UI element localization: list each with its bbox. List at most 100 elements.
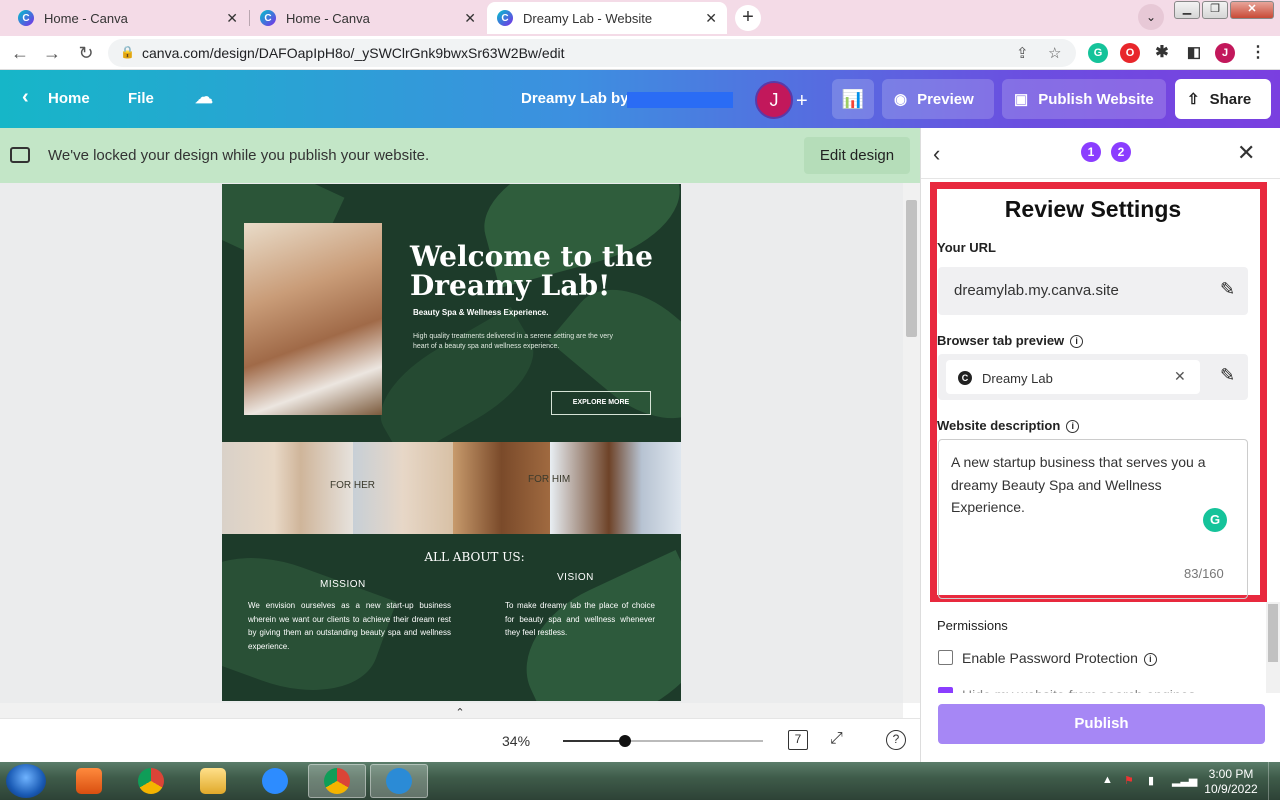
website-url-field[interactable]: dreamylab.my.canva.site ✎ <box>938 267 1248 315</box>
action-center-flag-icon[interactable]: ⚑ <box>1124 774 1134 787</box>
panel-scroll-thumb[interactable] <box>1268 604 1278 662</box>
description-text[interactable]: A new startup business that serves you a… <box>951 451 1236 519</box>
minimize-window-button[interactable]: ▁ <box>1174 1 1200 19</box>
locked-message: We've locked your design while you publi… <box>48 147 430 164</box>
password-protection-label: Enable Password Protection <box>962 650 1138 666</box>
design-locked-banner: We've locked your design while you publi… <box>0 128 920 183</box>
new-tab-button[interactable]: + <box>735 5 761 31</box>
explore-more-button[interactable]: EXPLORE MORE <box>551 391 651 415</box>
clock-time[interactable]: 3:00 PM <box>1206 767 1256 781</box>
restore-window-button[interactable]: ❐ <box>1202 1 1228 19</box>
insights-chart-icon[interactable]: 📊 <box>832 79 874 119</box>
info-icon[interactable]: i <box>1066 420 1080 434</box>
file-explorer-taskbar-icon[interactable] <box>184 764 242 798</box>
close-window-button[interactable]: ✕ <box>1230 1 1274 19</box>
permissions-heading: Permissions <box>937 618 1008 633</box>
character-count: 83/160 <box>1184 566 1224 581</box>
tab-close-icon[interactable]: ✕ <box>226 10 238 27</box>
for-him-label: FOR HIM <box>528 474 571 485</box>
bookmark-star-icon[interactable]: ☆ <box>1048 44 1061 62</box>
page-count-button[interactable]: 7 <box>788 730 808 750</box>
browser-tab-strip: C Home - Canva ✕ C Home - Canva ✕ C Drea… <box>0 0 1280 36</box>
hero-description: High quality treatments delivered in a s… <box>413 333 613 350</box>
url-text[interactable]: canva.com/design/DAFOapIpH8o/_ySWClrGnk9… <box>142 45 565 61</box>
url-value: dreamylab.my.canva.site <box>954 282 1119 299</box>
publish-button[interactable]: Publish <box>938 704 1265 744</box>
clock-date[interactable]: 10/9/2022 <box>1200 782 1262 796</box>
chrome-menu-icon[interactable]: ⋮ <box>1248 43 1268 63</box>
grammarly-icon[interactable]: G <box>1203 508 1227 532</box>
reload-icon[interactable]: ↻ <box>74 41 98 65</box>
about-us-title: ALL ABOUT US: <box>424 550 525 564</box>
media-player-taskbar-icon[interactable] <box>60 764 118 798</box>
share-button[interactable]: ⇧ Share <box>1175 79 1271 119</box>
url-label: Your URL <box>937 240 996 255</box>
tab-search-chevron-icon[interactable]: ⌄ <box>1138 4 1164 30</box>
share-label: Share <box>1209 90 1252 108</box>
extensions-puzzle-icon[interactable]: ✱ <box>1152 43 1172 63</box>
opera-extension-icon[interactable]: O <box>1120 43 1140 63</box>
windows-start-icon[interactable] <box>6 764 46 798</box>
cloud-saved-icon[interactable]: ☁ <box>195 87 213 108</box>
side-panel-icon[interactable]: ◧ <box>1184 43 1204 63</box>
browser-tab-1[interactable]: C Home - Canva ✕ <box>8 2 248 34</box>
chevron-left-icon[interactable]: ‹ <box>22 86 29 109</box>
design-title[interactable]: Dreamy Lab by <box>521 90 629 107</box>
file-menu-button[interactable]: File <box>128 90 154 107</box>
browser-tab-preview-field[interactable]: C Dreamy Lab ✕ ✎ <box>938 354 1248 400</box>
forward-arrow-icon[interactable]: → <box>40 41 64 65</box>
zoom-percentage[interactable]: 34% <box>502 733 530 749</box>
tab-close-icon[interactable]: ✕ <box>705 10 717 27</box>
add-collaborator-plus-icon[interactable]: + <box>796 90 808 113</box>
website-lock-icon <box>10 147 30 163</box>
power-icon[interactable]: ▮ <box>1148 774 1154 787</box>
browser-tab-2[interactable]: C Home - Canva ✕ <box>250 2 486 34</box>
publish-website-button[interactable]: ▣ Publish Website <box>1002 79 1166 119</box>
publish-website-label: Publish Website <box>1038 90 1154 108</box>
help-icon[interactable]: ? <box>886 730 906 750</box>
panel-close-icon[interactable]: ✕ <box>1237 140 1255 166</box>
info-icon[interactable]: i <box>1143 652 1157 666</box>
edit-tab-preview-pencil-icon[interactable]: ✎ <box>1220 365 1235 386</box>
edit-url-pencil-icon[interactable]: ✎ <box>1220 279 1235 300</box>
tab-preview-label-row: Browser tab preview i <box>937 333 1084 349</box>
share-page-icon[interactable]: ⇪ <box>1016 44 1029 62</box>
collaborator-avatar[interactable]: J <box>755 81 793 119</box>
website-design-preview[interactable]: Welcome to the Dreamy Lab! Beauty Spa & … <box>222 184 681 701</box>
fullscreen-icon[interactable]: ⤢ <box>830 730 843 748</box>
network-signal-icon[interactable]: ▂▃▅ <box>1172 774 1197 787</box>
show-desktop-button[interactable] <box>1268 762 1280 800</box>
info-icon[interactable]: i <box>1070 335 1084 349</box>
tab-preview-close-icon: ✕ <box>1174 368 1186 384</box>
app-taskbar-icon[interactable] <box>370 764 428 798</box>
back-arrow-icon[interactable]: ← <box>8 41 32 65</box>
step-1-indicator: 1 <box>1081 142 1101 162</box>
zoom-slider-handle[interactable] <box>619 735 631 747</box>
chrome-taskbar-icon[interactable] <box>122 764 180 798</box>
zoom-taskbar-icon[interactable] <box>246 764 304 798</box>
website-description-textarea[interactable]: A new startup business that serves you a… <box>938 439 1248 599</box>
edit-design-button[interactable]: Edit design <box>804 137 910 174</box>
eye-icon: ◉ <box>894 91 908 108</box>
tab-preview-chip: C Dreamy Lab ✕ <box>946 360 1200 394</box>
canva-favicon-icon: C <box>260 10 276 26</box>
browser-tab-active[interactable]: C Dreamy Lab - Website ✕ <box>487 2 727 34</box>
home-button[interactable]: Home <box>48 90 90 107</box>
spa-treatment-photo <box>244 223 382 415</box>
address-bar[interactable]: 🔒 canva.com/design/DAFOapIpH8o/_ySWClrGn… <box>108 39 1076 67</box>
profile-avatar[interactable]: J <box>1215 43 1235 63</box>
lock-icon[interactable]: 🔒 <box>120 45 135 59</box>
for-her-label: FOR HER <box>330 480 375 491</box>
vision-heading: VISION <box>557 572 594 583</box>
tray-expand-icon[interactable]: ▲ <box>1102 774 1113 786</box>
hero-subtitle: Beauty Spa & Wellness Experience. <box>413 308 549 317</box>
preview-button[interactable]: ◉ Preview <box>882 79 994 119</box>
panel-back-chevron-icon[interactable]: ‹ <box>933 141 940 167</box>
chrome-profile-taskbar-icon[interactable] <box>308 764 366 798</box>
windows-taskbar: ▲ ⚑ ▮ ▂▃▅ 3:00 PM 10/9/2022 <box>0 762 1280 800</box>
publish-footer: Publish <box>921 693 1280 762</box>
tab-close-icon[interactable]: ✕ <box>464 10 476 27</box>
password-protection-checkbox[interactable] <box>938 650 953 665</box>
grammarly-extension-icon[interactable]: G <box>1088 43 1108 63</box>
canvas-scroll-thumb[interactable] <box>906 200 917 337</box>
